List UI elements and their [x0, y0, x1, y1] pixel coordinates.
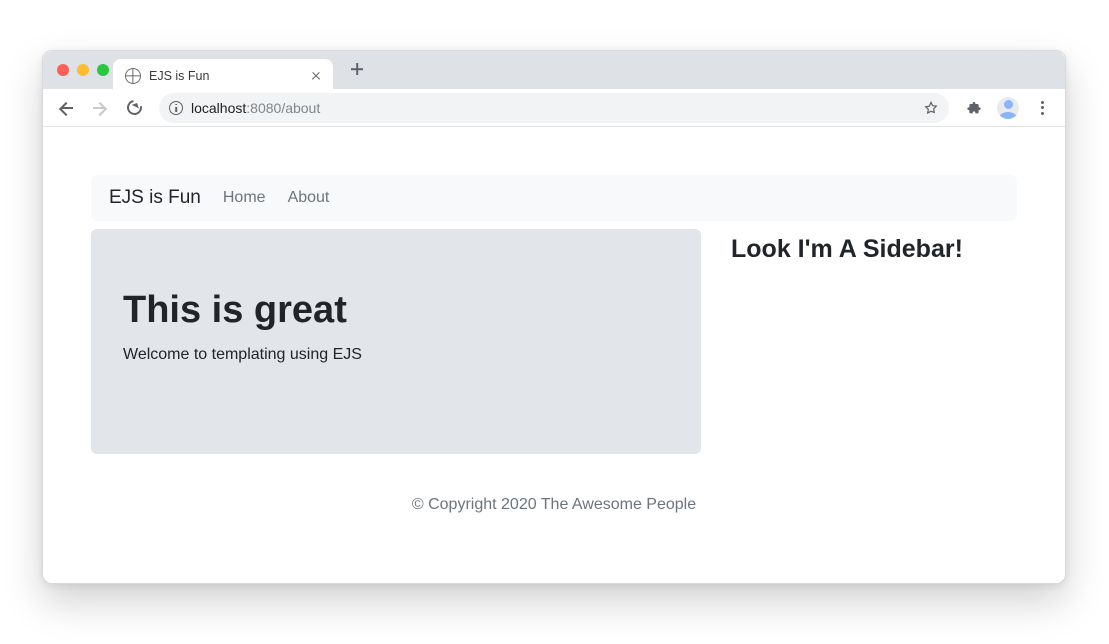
kebab-icon: [1035, 101, 1049, 115]
extensions-button[interactable]: [959, 93, 989, 123]
back-button[interactable]: [51, 93, 81, 123]
nav-link-about[interactable]: About: [288, 189, 330, 207]
reload-icon: [127, 100, 142, 115]
url-host: localhost: [191, 100, 246, 116]
arrow-left-icon: [59, 101, 73, 115]
browser-window: EJS is Fun localhost:8080/about: [42, 50, 1066, 584]
footer: © Copyright 2020 The Awesome People: [91, 496, 1017, 514]
url-text: localhost:8080/about: [191, 100, 320, 116]
plus-icon: [351, 63, 363, 75]
jumbotron: This is great Welcome to templating usin…: [91, 229, 701, 454]
new-tab-button[interactable]: [343, 55, 371, 83]
address-bar[interactable]: localhost:8080/about: [159, 93, 949, 123]
globe-icon: [125, 68, 141, 84]
site-info-icon[interactable]: [169, 101, 183, 115]
sidebar: Look I'm A Sidebar!: [731, 229, 963, 454]
site-navbar: EJS is Fun Home About: [91, 175, 1017, 221]
sidebar-heading: Look I'm A Sidebar!: [731, 235, 963, 264]
window-zoom-button[interactable]: [97, 64, 109, 76]
browser-toolbar: localhost:8080/about: [43, 89, 1065, 127]
window-controls: [57, 64, 109, 76]
page-viewport[interactable]: EJS is Fun Home About This is great Welc…: [43, 127, 1065, 583]
avatar-icon: [997, 97, 1019, 119]
titlebar: EJS is Fun: [43, 51, 1065, 89]
reload-button[interactable]: [119, 93, 149, 123]
bookmark-button[interactable]: [923, 100, 939, 116]
nav-link-home[interactable]: Home: [223, 189, 266, 207]
star-icon: [923, 100, 939, 116]
url-path: /about: [281, 100, 320, 116]
jumbotron-heading: This is great: [123, 289, 669, 332]
window-minimize-button[interactable]: [77, 64, 89, 76]
jumbotron-body: Welcome to templating using EJS: [123, 346, 669, 364]
profile-button[interactable]: [993, 93, 1023, 123]
page-content: EJS is Fun Home About This is great Welc…: [43, 127, 1065, 544]
content-row: This is great Welcome to templating usin…: [91, 229, 1017, 454]
forward-button[interactable]: [85, 93, 115, 123]
footer-text: © Copyright 2020 The Awesome People: [412, 496, 696, 513]
close-tab-icon[interactable]: [309, 69, 323, 83]
browser-tab[interactable]: EJS is Fun: [113, 59, 333, 93]
chrome-menu-button[interactable]: [1027, 93, 1057, 123]
puzzle-icon: [966, 100, 982, 116]
tab-title: EJS is Fun: [149, 69, 301, 83]
navbar-brand[interactable]: EJS is Fun: [109, 187, 201, 209]
arrow-right-icon: [93, 101, 107, 115]
url-port: :8080: [246, 100, 281, 116]
window-close-button[interactable]: [57, 64, 69, 76]
